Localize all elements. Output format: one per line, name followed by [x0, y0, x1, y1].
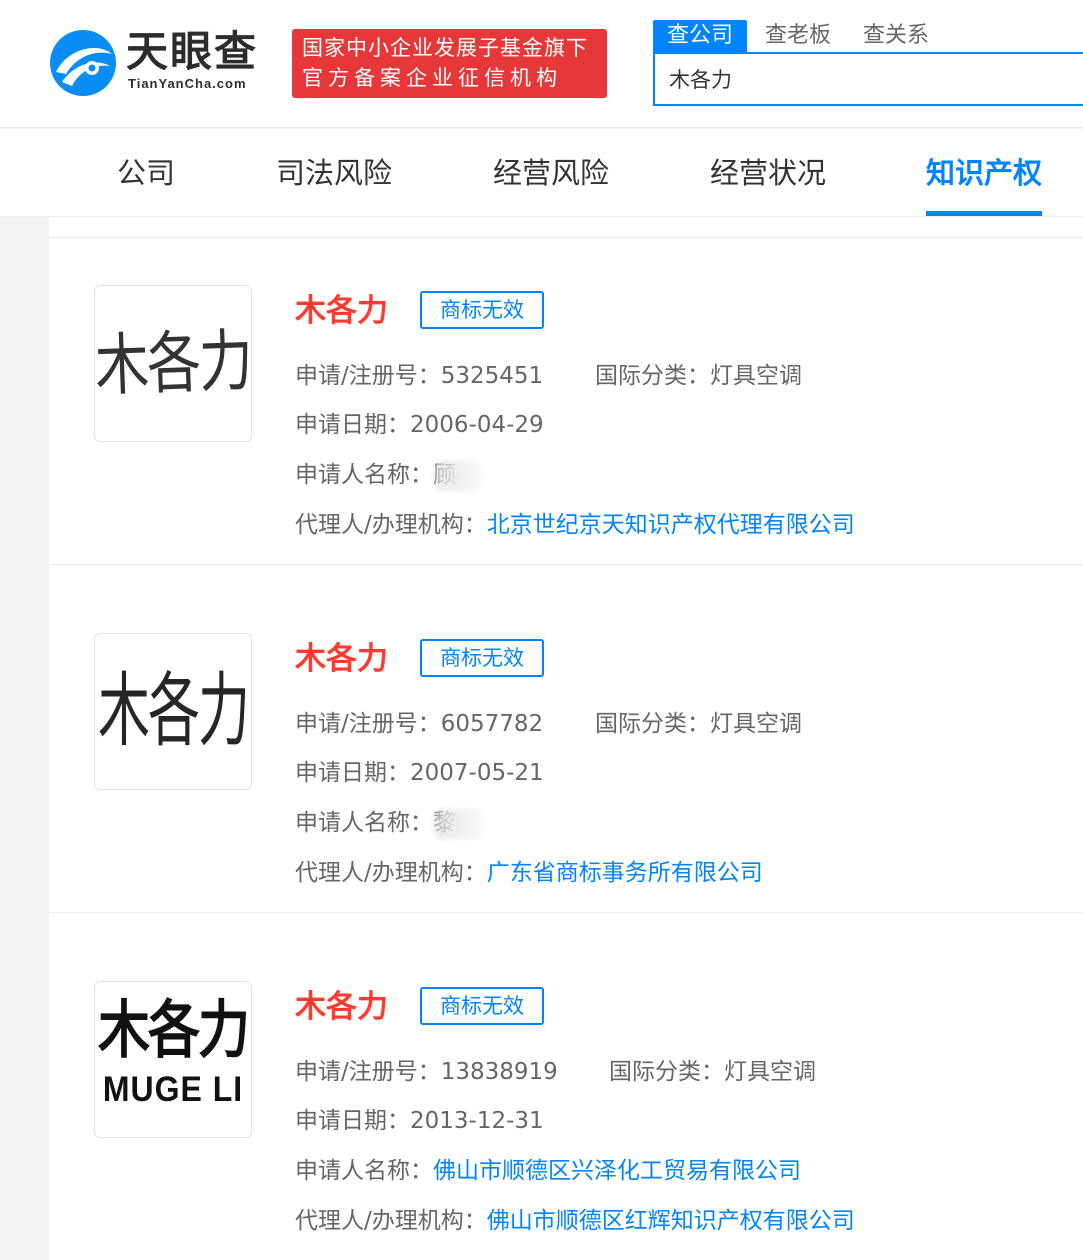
intl-class-label: 国际分类： — [609, 1059, 724, 1085]
apply-date-value: 2007-05-21 — [410, 760, 544, 786]
trademark-image[interactable]: 木各力 — [94, 633, 252, 790]
applicant-row: 申请人名称：顾 — [295, 459, 484, 491]
privacy-mask — [434, 460, 484, 491]
header: 天眼查 TianYanCha.com 国家中小企业发展子基金旗下 官方备案企业征… — [0, 0, 1083, 128]
apply-date-value: 2013-12-31 — [410, 1108, 544, 1134]
logo-text-cn: 天眼查 — [126, 27, 259, 76]
apply-date-row: 申请日期：2013-12-31 — [295, 1105, 544, 1137]
agent-link[interactable]: 佛山市顺德区红辉知识产权有限公司 — [487, 1208, 855, 1234]
agent-link[interactable]: 北京世纪京天知识产权代理有限公司 — [487, 512, 855, 538]
applicant-label: 申请人名称： — [295, 1158, 433, 1184]
trademark-card[interactable]: 木各力 木各力 商标无效 申请/注册号：6057782 国际分类：灯具空调 申请… — [49, 565, 1083, 913]
reg-no-value: 5325451 — [440, 363, 544, 389]
reg-no-row: 申请/注册号：6057782 — [295, 708, 543, 740]
trademark-image[interactable]: 木各力 — [94, 285, 252, 442]
applicant-link[interactable]: 佛山市顺德区兴泽化工贸易有限公司 — [433, 1158, 801, 1184]
search-input[interactable] — [655, 54, 1083, 104]
applicant-row: 申请人名称：佛山市顺德区兴泽化工贸易有限公司 — [295, 1155, 801, 1187]
eye-logo-icon — [50, 30, 116, 96]
fund-badge: 国家中小企业发展子基金旗下 官方备案企业征信机构 — [292, 29, 607, 98]
agent-label: 代理人/办理机构： — [295, 512, 487, 538]
apply-date-label: 申请日期： — [295, 412, 410, 438]
agent-row: 代理人/办理机构：广东省商标事务所有限公司 — [295, 857, 763, 889]
logo-text-en: TianYanCha.com — [128, 76, 247, 91]
nav-tab-intellectual-property[interactable]: 知识产权 — [926, 153, 1042, 193]
trademark-image-text-en: MUGE LI — [102, 1069, 244, 1109]
apply-date-row: 申请日期：2006-04-29 — [295, 409, 544, 441]
apply-date-row: 申请日期：2007-05-21 — [295, 757, 544, 789]
nav-active-indicator — [926, 211, 1042, 216]
category-nav: 公司 司法风险 经营风险 经营状况 知识产权 — [0, 129, 1083, 217]
intl-class-label: 国际分类： — [595, 363, 710, 389]
trademark-image-text: 木各力 — [97, 665, 250, 758]
reg-no-label: 申请/注册号： — [295, 1059, 441, 1085]
tab-search-company[interactable]: 查公司 — [653, 20, 748, 52]
trademark-image[interactable]: 木各力 MUGE LI — [94, 981, 252, 1138]
nav-tab-company[interactable]: 公司 — [117, 153, 175, 193]
intl-class-value: 灯具空调 — [710, 363, 802, 389]
agent-label: 代理人/办理机构： — [295, 860, 487, 886]
reg-no-value: 13838919 — [440, 1059, 558, 1085]
trademark-name[interactable]: 木各力 — [295, 291, 388, 331]
applicant-label: 申请人名称： — [295, 462, 433, 488]
status-badge: 商标无效 — [420, 291, 544, 329]
apply-date-label: 申请日期： — [295, 760, 410, 786]
apply-date-value: 2006-04-29 — [410, 412, 544, 438]
trademark-name[interactable]: 木各力 — [295, 987, 388, 1027]
trademark-name[interactable]: 木各力 — [295, 639, 388, 679]
agent-row: 代理人/办理机构：北京世纪京天知识产权代理有限公司 — [295, 509, 855, 541]
reg-no-value: 6057782 — [440, 711, 544, 737]
intl-class-row: 国际分类：灯具空调 — [609, 1056, 816, 1088]
status-badge: 商标无效 — [420, 987, 544, 1025]
tab-search-boss[interactable]: 查老板 — [751, 20, 845, 52]
applicant-label: 申请人名称： — [295, 810, 433, 836]
apply-date-label: 申请日期： — [295, 1108, 410, 1134]
search-box — [653, 52, 1083, 106]
agent-row: 代理人/办理机构：佛山市顺德区红辉知识产权有限公司 — [295, 1205, 855, 1237]
search-tabs: 查公司 查老板 查关系 — [653, 20, 947, 52]
trademark-image-text: 木各力 — [97, 995, 250, 1067]
fund-badge-line2: 官方备案企业征信机构 — [302, 66, 562, 90]
trademark-card[interactable]: 木各力 木各力 商标无效 申请/注册号：5325451 国际分类：灯具空调 申请… — [49, 217, 1083, 565]
privacy-mask — [434, 808, 484, 839]
intl-class-label: 国际分类： — [595, 711, 710, 737]
nav-tab-business-risk[interactable]: 经营风险 — [493, 153, 609, 193]
intl-class-value: 灯具空调 — [724, 1059, 816, 1085]
intl-class-row: 国际分类：灯具空调 — [595, 708, 802, 740]
intl-class-row: 国际分类：灯具空调 — [595, 360, 802, 392]
status-badge: 商标无效 — [420, 639, 544, 677]
trademark-list: 木各力 木各力 商标无效 申请/注册号：5325451 国际分类：灯具空调 申请… — [49, 217, 1083, 1260]
agent-link[interactable]: 广东省商标事务所有限公司 — [487, 860, 763, 886]
reg-no-label: 申请/注册号： — [295, 363, 441, 389]
trademark-card[interactable]: 木各力 MUGE LI 木各力 商标无效 申请/注册号：13838919 国际分… — [49, 913, 1083, 1260]
reg-no-label: 申请/注册号： — [295, 711, 441, 737]
reg-no-row: 申请/注册号：13838919 — [295, 1056, 558, 1088]
tianyancha-logo[interactable]: 天眼查 TianYanCha.com — [48, 26, 273, 98]
intl-class-value: 灯具空调 — [710, 711, 802, 737]
agent-label: 代理人/办理机构： — [295, 1208, 487, 1234]
reg-no-row: 申请/注册号：5325451 — [295, 360, 543, 392]
nav-tab-legal-risk[interactable]: 司法风险 — [276, 153, 392, 193]
applicant-row: 申请人名称：黎 — [295, 807, 484, 839]
tab-search-relation[interactable]: 查关系 — [849, 20, 943, 52]
fund-badge-line1: 国家中小企业发展子基金旗下 — [302, 36, 588, 60]
trademark-image-text: 木各力 — [94, 320, 252, 405]
nav-tab-business-status[interactable]: 经营状况 — [710, 153, 826, 193]
